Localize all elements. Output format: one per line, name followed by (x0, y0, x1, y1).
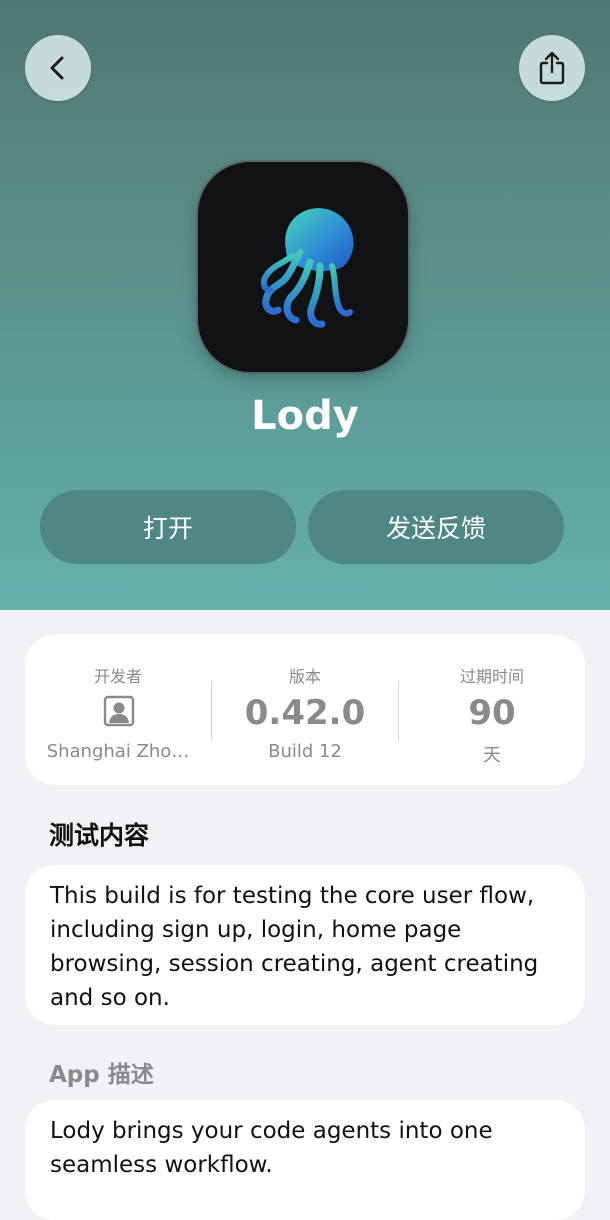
expiry-unit: 天 (483, 745, 501, 766)
developer-label: 开发者 (93, 667, 142, 686)
open-button[interactable]: 打开 (40, 490, 296, 564)
test-content-text: This build is for testing the core user … (50, 883, 539, 1011)
version-column: 版本 0.42.0 Build 12 (212, 635, 398, 785)
app-description-text: Lody brings your code agents into one se… (50, 1118, 493, 1178)
back-button[interactable] (25, 35, 91, 101)
developer-column: 开发者 Shanghai Zho… (25, 635, 211, 785)
test-content-card: This build is for testing the core user … (25, 865, 585, 1025)
info-card: 开发者 Shanghai Zho… 版本 0.42.0 Build 12 过期时… (25, 635, 585, 785)
person-icon (103, 695, 135, 727)
chevron-left-icon (50, 56, 64, 80)
jellyfish-icon (260, 208, 354, 328)
test-content-title: 测试内容 (49, 821, 150, 850)
expiry-value: 90 (468, 693, 516, 733)
developer-name: Shanghai Zho… (46, 741, 190, 762)
app-icon (198, 162, 408, 372)
app-description-title: App 描述 (49, 1062, 154, 1088)
build-number: Build 12 (268, 741, 342, 762)
expiry-label: 过期时间 (459, 667, 524, 686)
version-value: 0.42.0 (244, 693, 366, 733)
send-feedback-button[interactable]: 发送反馈 (308, 490, 564, 564)
app-header: Lody 打开 发送反馈 (0, 0, 610, 610)
app-name: Lody (251, 393, 359, 439)
app-description-card: Lody brings your code agents into one se… (25, 1100, 585, 1220)
version-label: 版本 (288, 667, 321, 686)
expiry-column: 过期时间 90 天 (399, 635, 585, 785)
share-icon (539, 51, 565, 85)
share-button[interactable] (519, 35, 585, 101)
